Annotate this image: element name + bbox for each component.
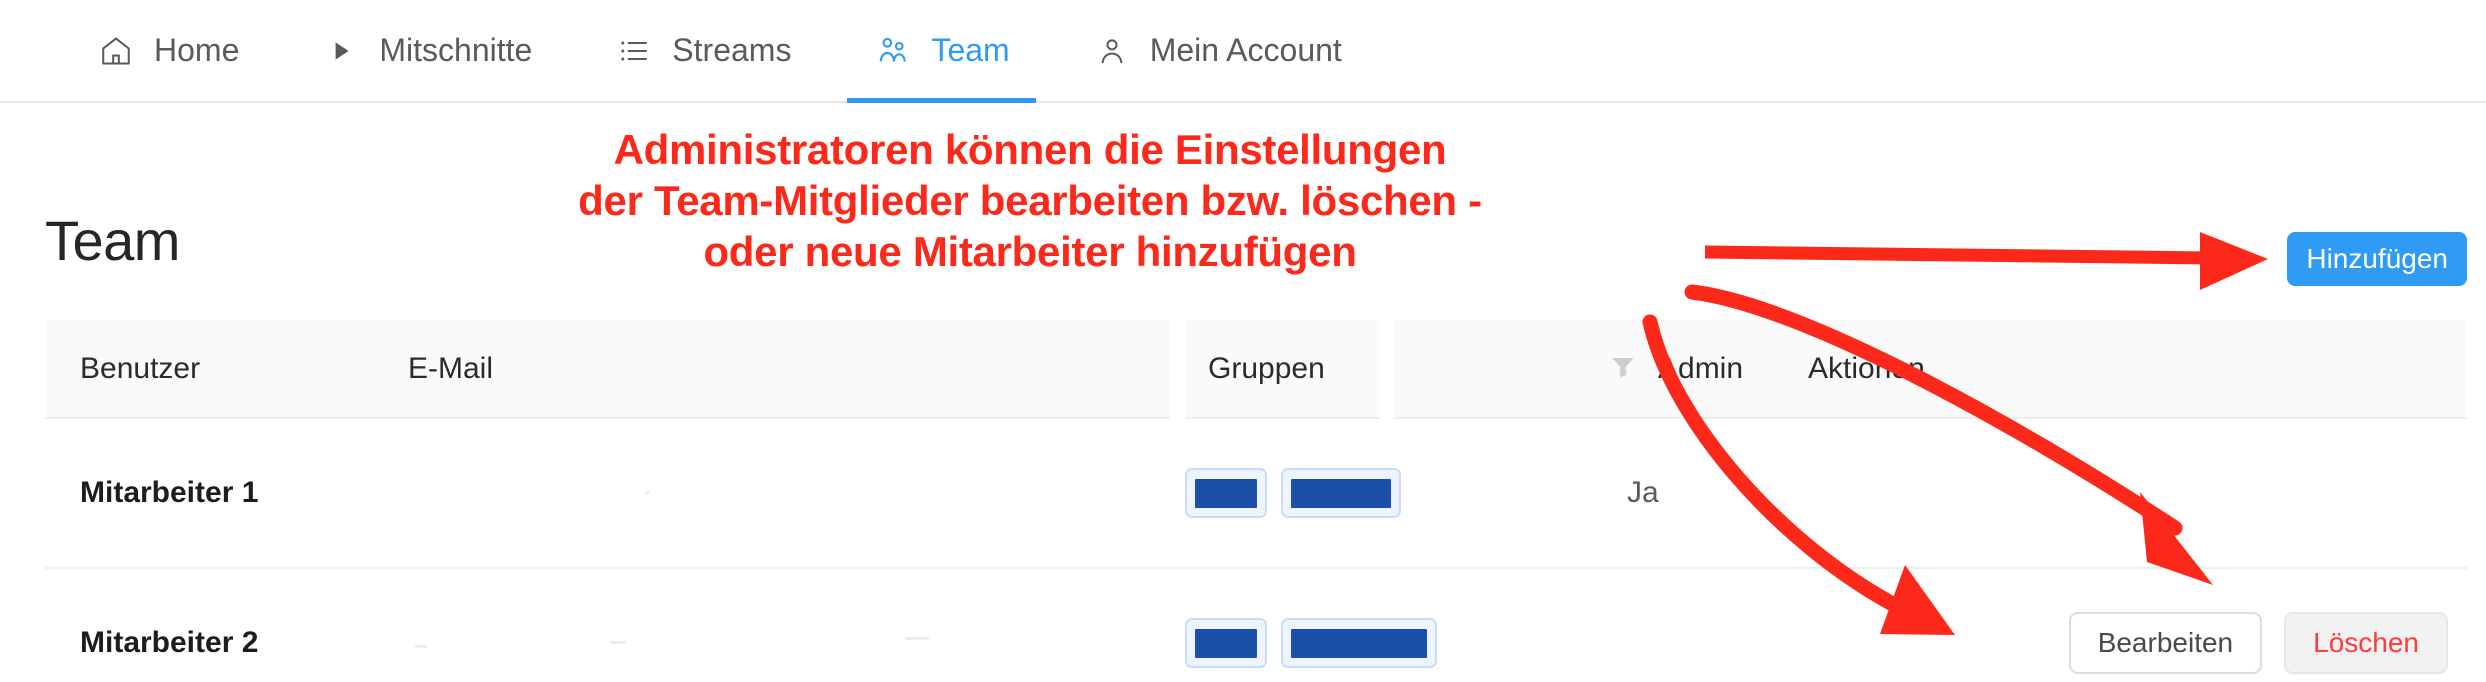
redacted-group-name — [1195, 628, 1257, 658]
page-title: Team — [45, 209, 180, 272]
delete-button[interactable]: Löschen — [2284, 611, 2448, 675]
column-header-admin-aktionen: Admin Aktionen — [1395, 320, 2467, 419]
column-header-benutzer-email: Benutzer E-Mail — [45, 320, 1170, 419]
arrow-to-add-button — [1704, 232, 2268, 290]
home-icon — [96, 31, 136, 71]
edit-button[interactable]: Bearbeiten — [2068, 611, 2263, 675]
team-icon — [873, 31, 913, 71]
app-root: Home Mitschnitte Streams Team Mein Accou… — [0, 0, 2486, 682]
cell-actions: Bearbeiten Löschen — [1635, 611, 2467, 675]
filter-icon[interactable] — [1610, 354, 1636, 384]
nav-item-streams[interactable]: Streams — [588, 0, 817, 101]
nav-item-team-label: Team — [931, 32, 1010, 68]
nav-item-mitschnitte[interactable]: Mitschnitte — [295, 0, 558, 101]
column-header-gruppen-label: Gruppen — [1208, 351, 1325, 385]
annotation-line-1: Administratoren können die Einstellungen — [613, 126, 1447, 173]
column-header-email: E-Mail — [408, 351, 494, 385]
column-header-aktionen: Aktionen — [1808, 351, 1925, 385]
redacted-email — [645, 491, 650, 494]
group-tag[interactable] — [1185, 468, 1267, 518]
annotation-line-2: der Team-Mitglieder bearbeiten bzw. lösc… — [578, 176, 1482, 224]
group-tag[interactable] — [1185, 618, 1267, 668]
nav-item-list: Home Mitschnitte Streams Team Mein Accou… — [70, 0, 1398, 103]
cell-groups — [1185, 468, 1401, 518]
redacted-group-name — [1195, 478, 1257, 508]
redacted-group-name — [1291, 478, 1391, 508]
nav-item-home[interactable]: Home — [70, 0, 265, 101]
nav-item-team[interactable]: Team — [847, 0, 1036, 103]
nav-item-streams-label: Streams — [672, 32, 792, 68]
column-header-admin: Admin — [1658, 351, 1744, 385]
annotation-text: Administratoren können die Einstellungen… — [460, 125, 1600, 277]
header-gap-2 — [1380, 320, 1395, 419]
column-header-gruppen: Gruppen — [1185, 320, 1380, 419]
annotation-line-3: oder neue Mitarbeiter hinzufügen — [703, 227, 1357, 275]
table-row[interactable]: Mitarbeiter 2 Bearbeiten Löschen — [45, 569, 2467, 682]
list-icon — [614, 31, 654, 71]
redacted-email — [905, 637, 929, 640]
cell-groups — [1185, 618, 1437, 668]
top-navigation-bar: Home Mitschnitte Streams Team Mein Accou… — [0, 0, 2486, 103]
cell-admin-flag: Ja — [1627, 476, 1659, 509]
play-icon — [321, 31, 361, 71]
person-icon — [1092, 31, 1132, 71]
nav-item-mitschnitte-label: Mitschnitte — [379, 32, 533, 68]
nav-item-mein-account[interactable]: Mein Account — [1066, 0, 1368, 101]
redacted-email — [610, 641, 626, 644]
nav-item-mein-account-label: Mein Account — [1149, 32, 1342, 68]
header-gap-1 — [1170, 320, 1185, 419]
column-header-benutzer: Benutzer — [80, 351, 201, 385]
group-tag[interactable] — [1281, 618, 1437, 668]
cell-user-name: Mitarbeiter 1 — [80, 476, 259, 509]
nav-item-home-label: Home — [154, 32, 240, 68]
team-table: Benutzer E-Mail Gruppen Admin Aktionen M… — [45, 320, 2467, 682]
table-row[interactable]: Mitarbeiter 1 Ja — [45, 419, 2467, 569]
redacted-group-name — [1291, 628, 1427, 658]
redacted-email — [415, 645, 427, 648]
table-header-row: Benutzer E-Mail Gruppen Admin Aktionen — [45, 320, 2467, 419]
add-member-button[interactable]: Hinzufügen — [2287, 232, 2467, 287]
